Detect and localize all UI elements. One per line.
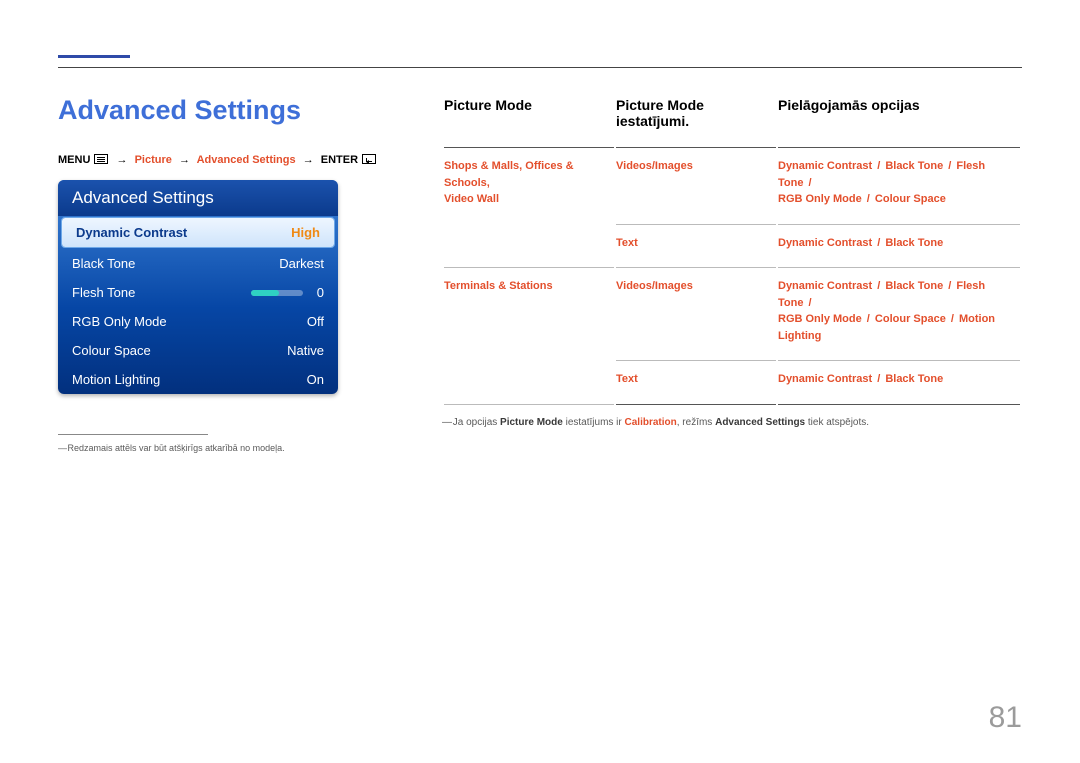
th-picture-mode-settings: Picture Mode iestatījumi. [616, 97, 776, 148]
cell-picture-mode-setting: Text [616, 227, 776, 269]
table-row: Terminals & Stations Videos/Images Dynamic… [444, 270, 1020, 361]
setting-value: Videos/Images [616, 280, 693, 292]
note-text: Ja opcijas [453, 417, 500, 428]
cell-options: Dynamic Contrast / Black Tone [778, 363, 1020, 405]
option-token: Dynamic Contrast [778, 280, 872, 292]
separator: / [943, 280, 956, 292]
breadcrumb-advanced: Advanced Settings [197, 154, 296, 166]
option-token: RGB Only Mode [778, 313, 862, 325]
osd-row-value: On [307, 372, 324, 387]
osd-panel: Advanced Settings Dynamic Contrast High Bl… [58, 180, 338, 394]
osd-row-value: Darkest [279, 256, 324, 271]
osd-row[interactable]: Motion Lighting On [58, 365, 338, 394]
separator: / [946, 313, 959, 325]
option-token: Black Tone [885, 160, 943, 172]
enter-icon [362, 154, 376, 164]
osd-row-value: High [291, 225, 320, 240]
osd-row-label: Flesh Tone [72, 285, 135, 300]
separator: / [803, 297, 813, 309]
separator: / [943, 160, 956, 172]
separator: / [872, 280, 885, 292]
cell-options: Dynamic Contrast / Black Tone / Flesh To… [778, 150, 1020, 225]
separator: / [872, 237, 885, 249]
setting-value: Videos/Images [616, 160, 693, 172]
osd-row[interactable]: RGB Only Mode Off [58, 307, 338, 336]
page-title: Advanced Settings [58, 95, 394, 126]
osd-row-label: Motion Lighting [72, 372, 160, 387]
note-bold: Advanced Settings [715, 417, 805, 428]
option-token: Dynamic Contrast [778, 237, 872, 249]
picture-mode-value: Shops & Malls, Offices & Schools, [444, 160, 574, 189]
note-right: Ja opcijas Picture Mode iestatījums ir C… [442, 417, 1022, 428]
osd-title: Advanced Settings [58, 180, 338, 216]
cell-picture-mode: Terminals & Stations [444, 270, 614, 405]
option-token: Colour Space [875, 193, 946, 205]
option-token: RGB Only Mode [778, 193, 862, 205]
option-token: Colour Space [875, 313, 946, 325]
note-text: tiek atspējots. [805, 417, 869, 428]
breadcrumb-picture: Picture [135, 154, 172, 166]
menu-icon [94, 154, 108, 164]
separator: / [872, 160, 885, 172]
note-text: iestatījums ir [563, 417, 625, 428]
separator: / [862, 193, 875, 205]
footnote-separator [58, 434, 208, 435]
cell-picture-mode-setting: Videos/Images [616, 270, 776, 361]
osd-row[interactable]: Black Tone Darkest [58, 249, 338, 278]
options-table: Picture Mode Picture Mode iestatījumi. P… [442, 95, 1022, 407]
breadcrumb-menu: MENU [58, 154, 90, 166]
setting-value: Text [616, 373, 638, 385]
separator: / [862, 313, 875, 325]
picture-mode-value: Video Wall [444, 193, 499, 205]
option-token: Black Tone [885, 373, 943, 385]
top-rule [58, 67, 1022, 68]
slider[interactable] [251, 290, 303, 296]
note-text: , režīms [677, 417, 715, 428]
osd-row-label: Black Tone [72, 256, 135, 271]
th-adjustable-options: Pielāgojamās opcijas [778, 97, 1020, 148]
arrow-icon: → [299, 154, 318, 166]
table-row: Shops & Malls, Offices & Schools, Video W… [444, 150, 1020, 225]
breadcrumb-enter: ENTER [321, 154, 358, 166]
th-picture-mode: Picture Mode [444, 97, 614, 148]
setting-value: Text [616, 237, 638, 249]
page-number: 81 [989, 701, 1022, 735]
cell-picture-mode-setting: Videos/Images [616, 150, 776, 225]
osd-row-label: Colour Space [72, 343, 151, 358]
picture-mode-value: Terminals & Stations [444, 280, 553, 292]
separator: / [872, 373, 885, 385]
cell-options: Dynamic Contrast / Black Tone [778, 227, 1020, 269]
osd-row-value: 0 [317, 285, 324, 300]
option-token: Black Tone [885, 237, 943, 249]
osd-row[interactable]: Colour Space Native [58, 336, 338, 365]
accent-bar [58, 55, 130, 58]
osd-row[interactable]: Dynamic Contrast High [62, 218, 334, 247]
footnote-left: Redzamais attēls var būt atšķirīgs atkar… [58, 443, 394, 453]
cell-picture-mode-setting: Text [616, 363, 776, 405]
osd-row[interactable]: Flesh Tone 0 [58, 278, 338, 307]
option-token: Dynamic Contrast [778, 160, 872, 172]
cell-options: Dynamic Contrast / Black Tone / Flesh To… [778, 270, 1020, 361]
osd-row-label: RGB Only Mode [72, 314, 167, 329]
option-token: Black Tone [885, 280, 943, 292]
breadcrumb: MENU → Picture → Advanced Settings → ENT… [58, 154, 394, 166]
option-token: Dynamic Contrast [778, 373, 872, 385]
cell-picture-mode: Shops & Malls, Offices & Schools, Video W… [444, 150, 614, 268]
arrow-icon: → [175, 154, 194, 166]
osd-row-label: Dynamic Contrast [76, 225, 187, 240]
arrow-icon: → [113, 154, 132, 166]
note-bold: Picture Mode [500, 417, 563, 428]
note-red: Calibration [625, 417, 677, 428]
osd-row-value: Off [307, 314, 324, 329]
osd-row-value: Native [287, 343, 324, 358]
separator: / [803, 177, 813, 189]
